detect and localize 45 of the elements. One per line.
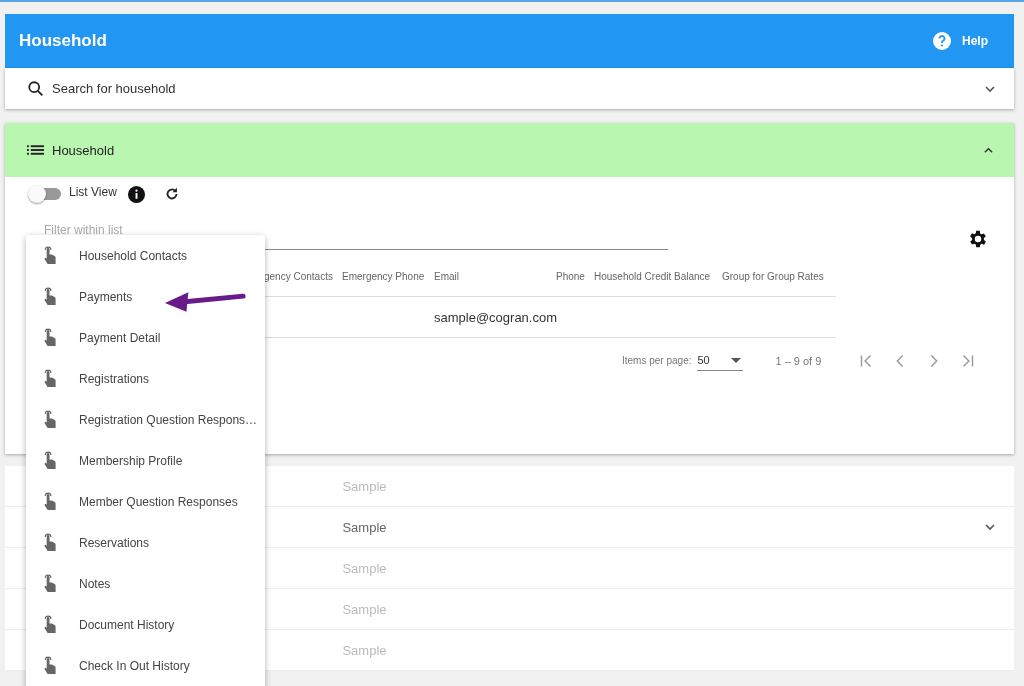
menu-item[interactable]: Registration Question Respons… [26, 399, 265, 440]
pointer-hand-icon [42, 410, 57, 429]
search-icon [27, 79, 45, 98]
column-header[interactable]: Household Credit Balance [594, 270, 722, 282]
search-bar[interactable]: Search for household [5, 68, 1014, 109]
column-header[interactable]: Emergency Phone [342, 270, 434, 282]
chevron-icon[interactable] [984, 521, 996, 533]
pointer-hand-icon [42, 246, 57, 265]
pointer-hand-icon [42, 615, 57, 634]
list-view-toggle[interactable] [31, 188, 61, 200]
row-text: Sample [342, 601, 387, 617]
column-header[interactable]: gency Contacts [264, 270, 342, 282]
pointer-hand-icon [42, 328, 57, 347]
row-text: Sample [342, 478, 387, 494]
help-icon [932, 31, 952, 51]
settings-icon[interactable] [967, 228, 989, 250]
list-icon [27, 144, 44, 156]
column-header[interactable]: Email [434, 270, 556, 282]
filter-placeholder: Filter within list [44, 223, 123, 237]
pointer-hand-icon [42, 451, 57, 470]
items-per-page-label: Items per page: [622, 355, 692, 366]
dropdown-icon [731, 357, 742, 363]
table-cell: sample@cogran.com [434, 309, 558, 325]
row-text: Sample [342, 519, 387, 535]
panel-header[interactable]: Household [5, 123, 1014, 177]
row-text: Sample [342, 642, 387, 658]
menu-item[interactable]: Registrations [26, 358, 265, 399]
app-title: Household [19, 31, 107, 51]
row-text: Sample [342, 560, 387, 576]
pointer-hand-icon [42, 574, 57, 593]
page-size-select[interactable]: 50 [697, 350, 744, 371]
pointer-hand-icon [42, 656, 57, 675]
info-icon[interactable] [126, 184, 146, 204]
pointer-hand-icon [42, 287, 57, 306]
page-range: 1 – 9 of 9 [775, 354, 822, 367]
list-view-label: List View [69, 185, 117, 199]
column-header[interactable]: Group for Group Rates [722, 270, 834, 282]
menu-item[interactable]: Payment Detail [26, 317, 265, 358]
panel-title: Household [52, 142, 116, 158]
pointer-hand-icon [42, 369, 57, 388]
pointer-hand-icon [42, 533, 57, 552]
pointer-hand-icon [42, 492, 57, 511]
column-header[interactable]: Phone [556, 270, 594, 282]
search-placeholder[interactable]: Search for household [52, 81, 984, 96]
menu-item[interactable]: Payments [26, 276, 265, 317]
